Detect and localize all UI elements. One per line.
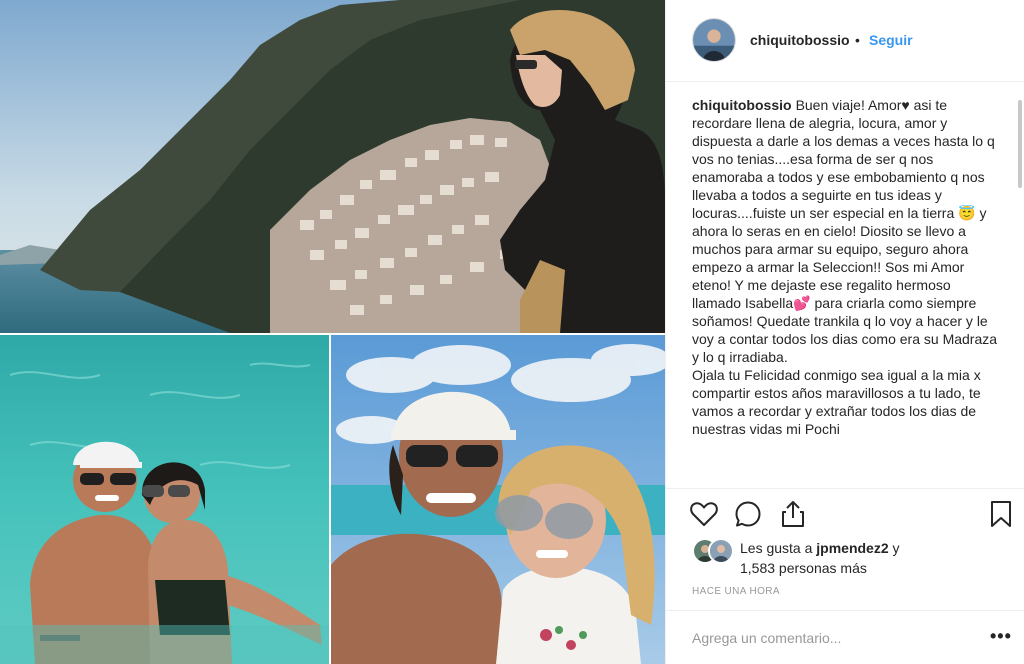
photo-couple-selfie <box>331 335 665 664</box>
photo-couple-water <box>0 335 329 664</box>
bookmark-icon[interactable] <box>986 499 1016 529</box>
photo-coastal-town <box>0 0 665 333</box>
avatar[interactable] <box>692 18 736 62</box>
share-icon[interactable] <box>778 499 808 529</box>
liker-username-link[interactable]: jpmendez2 <box>816 540 888 556</box>
comment-input[interactable] <box>692 625 962 651</box>
likes-line: Les gusta a jpmendez2 y <box>740 540 900 556</box>
likes-suffix: y <box>888 540 900 556</box>
follow-button[interactable]: Seguir <box>869 32 913 48</box>
likes-summary: Les gusta a jpmendez2 y 1,583 personas m… <box>692 536 1012 578</box>
caption-username-link[interactable]: chiquitobossio <box>692 97 792 113</box>
more-options-icon[interactable]: ••• <box>990 626 1012 647</box>
post-image-collage[interactable] <box>0 0 665 664</box>
comment-bar: ••• <box>666 610 1024 664</box>
likes-prefix: Les gusta a <box>740 540 817 556</box>
caption: chiquitobossio Buen viaje! Amor♥ asi te r… <box>692 96 1002 438</box>
likes-count-link[interactable]: 1,583 personas más <box>740 560 867 576</box>
liker-avatar[interactable] <box>708 538 734 564</box>
caption-scrollbar[interactable] <box>1018 100 1022 188</box>
post-timestamp[interactable]: HACE UNA HORA <box>692 586 780 597</box>
separator-dot: • <box>855 32 860 48</box>
username-link[interactable]: chiquitobossio <box>750 32 850 48</box>
comment-icon[interactable] <box>733 499 763 529</box>
caption-scroll-area[interactable]: chiquitobossio Buen viaje! Amor♥ asi te r… <box>692 96 1002 488</box>
post-details-panel: chiquitobossio • Seguir chiquitobossio Bu… <box>665 0 1024 664</box>
caption-text: Buen viaje! Amor♥ asi te recordare llena… <box>692 97 998 437</box>
action-bar <box>666 488 1024 540</box>
heart-icon[interactable] <box>689 499 719 529</box>
post-header: chiquitobossio • Seguir <box>666 0 1024 82</box>
